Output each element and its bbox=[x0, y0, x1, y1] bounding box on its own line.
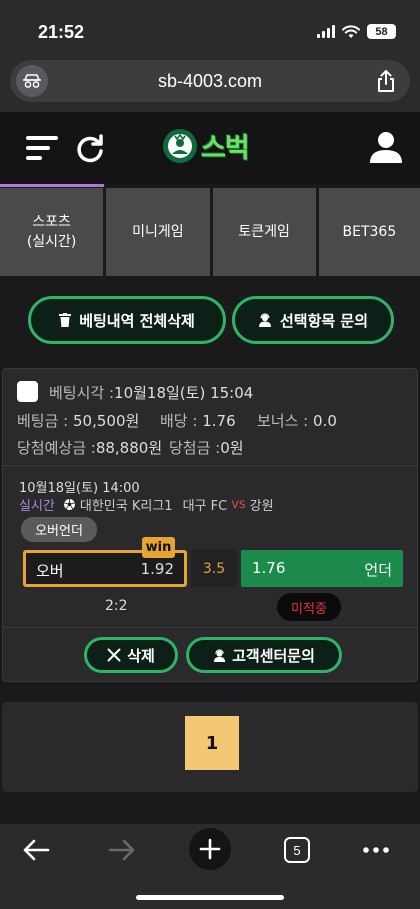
inquire-selected-label: 선택항목 문의 bbox=[279, 311, 369, 330]
site-logo[interactable]: 스벅 bbox=[162, 126, 250, 165]
user-icon[interactable] bbox=[368, 129, 404, 165]
refresh-icon[interactable] bbox=[74, 132, 106, 164]
customer-support-button[interactable]: 고객센터문의 bbox=[186, 637, 342, 673]
league-name: 대한민국 K리그1 bbox=[79, 499, 173, 514]
battery-icon: 58 bbox=[367, 24, 396, 39]
wifi-icon bbox=[342, 24, 360, 38]
tab-minigame[interactable]: 미니게임 bbox=[106, 188, 210, 276]
bonus-row: 보너스 : 0.0 bbox=[257, 410, 337, 431]
tab-token-game[interactable]: 토큰게임 bbox=[212, 188, 316, 276]
winnings-value: 0원 bbox=[220, 439, 244, 457]
site-header: 스벅 bbox=[0, 112, 420, 184]
under-odds: 1.76 bbox=[252, 559, 286, 577]
expected-payout-label: 당첨예상금 : bbox=[17, 439, 96, 457]
address-bar[interactable]: sb-4003.com bbox=[10, 60, 410, 102]
url-text[interactable]: sb-4003.com bbox=[10, 71, 410, 92]
expected-payout-row: 당첨예상금 :88,880원 bbox=[17, 437, 162, 458]
more-dots-icon bbox=[363, 847, 389, 853]
close-icon bbox=[107, 648, 121, 662]
bet-time-label: 베팅시각 : bbox=[49, 384, 115, 402]
tab-label: 스포츠 bbox=[32, 214, 71, 230]
inquire-selected-button[interactable]: 선택항목 문의 bbox=[232, 296, 394, 344]
over-label: 오버 bbox=[36, 562, 64, 580]
win-badge: win bbox=[142, 537, 175, 558]
bet-select-checkbox[interactable] bbox=[17, 381, 38, 402]
logo-text: 스벅 bbox=[201, 133, 250, 164]
card-divider bbox=[3, 465, 417, 466]
bet-amount-value: 50,500원 bbox=[73, 412, 140, 430]
vs-label: vs bbox=[231, 497, 246, 512]
delete-bet-button[interactable]: 삭제 bbox=[84, 637, 178, 673]
support-agent-icon bbox=[258, 313, 271, 327]
starbucks-siren-icon bbox=[163, 128, 197, 163]
bet-slip-card: 베팅시각 :10월18일(토) 15:04 베팅금 : 50,500원 배당 :… bbox=[2, 368, 418, 682]
arrow-left-icon bbox=[23, 839, 50, 861]
winnings-row: 당첨금 :0원 bbox=[169, 437, 244, 458]
bet-time-value: 10월18일(토) 15:04 bbox=[114, 384, 254, 402]
status-icons: 58 bbox=[317, 24, 396, 39]
bonus-label: 보너스 : bbox=[257, 412, 309, 430]
tabs-button[interactable]: 5 bbox=[282, 830, 312, 870]
handicap-line: 3.5 bbox=[191, 550, 237, 587]
arrow-right-icon bbox=[108, 839, 135, 861]
tab-sports-live[interactable]: 스포츠 (실시간) bbox=[0, 188, 104, 276]
forward-button[interactable] bbox=[104, 830, 140, 870]
trash-icon bbox=[59, 313, 72, 327]
tab-label: 미니게임 bbox=[132, 224, 184, 240]
pagination: 1 bbox=[2, 702, 418, 792]
status-time: 21:52 bbox=[38, 22, 85, 42]
support-agent-icon bbox=[214, 648, 226, 662]
delete-all-label: 베팅내역 전체삭제 bbox=[79, 311, 195, 330]
delete-all-history-button[interactable]: 베팅내역 전체삭제 bbox=[28, 296, 226, 344]
tab-count: 5 bbox=[284, 837, 310, 863]
history-actions: 베팅내역 전체삭제 선택항목 문의 bbox=[0, 296, 420, 348]
match-info: 실시간 대한민국 K리그1 대구 FC vs 강원 bbox=[19, 495, 274, 514]
page-button-current[interactable]: 1 bbox=[185, 716, 239, 770]
market-type-chip: 오버언더 bbox=[21, 517, 97, 542]
game-nav-tabs: 스포츠 (실시간) 미니게임 토큰게임 BET365 bbox=[0, 188, 420, 276]
odds-value: 1.76 bbox=[202, 412, 236, 430]
winnings-label: 당첨금 : bbox=[169, 439, 221, 457]
card-divider bbox=[3, 627, 417, 628]
odds-label: 배당 : bbox=[160, 412, 198, 430]
under-selection[interactable]: 1.76 언더 bbox=[241, 550, 403, 587]
odds-row: 배당 : 1.76 bbox=[160, 410, 236, 431]
tab-bet365[interactable]: BET365 bbox=[318, 188, 420, 276]
status-bar: 21:52 58 bbox=[0, 0, 420, 56]
bet-amount-row: 베팅금 : 50,500원 bbox=[17, 410, 139, 431]
bet-time-row: 베팅시각 :10월18일(토) 15:04 bbox=[49, 382, 253, 403]
match-date: 10월18일(토) 14:00 bbox=[19, 481, 140, 496]
browser-address-area: sb-4003.com bbox=[0, 56, 420, 112]
under-label: 언더 bbox=[364, 561, 392, 579]
customer-support-label: 고객센터문의 bbox=[232, 646, 315, 665]
tab-sublabel: (실시간) bbox=[26, 234, 77, 250]
new-tab-button[interactable] bbox=[189, 828, 231, 870]
plus-icon bbox=[199, 838, 221, 860]
match-score: 2:2 bbox=[105, 598, 128, 614]
delete-bet-label: 삭제 bbox=[127, 646, 155, 665]
back-button[interactable] bbox=[18, 830, 54, 870]
active-tab-indicator bbox=[0, 184, 104, 187]
soccer-ball-icon bbox=[63, 498, 76, 511]
menu-icon[interactable] bbox=[24, 132, 60, 164]
cellular-signal-icon bbox=[317, 25, 335, 38]
live-tag: 실시간 bbox=[19, 499, 55, 514]
home-indicator bbox=[136, 895, 284, 900]
more-button[interactable] bbox=[360, 830, 392, 870]
over-odds: 1.92 bbox=[140, 560, 174, 578]
browser-toolbar: 5 bbox=[0, 824, 420, 909]
bet-amount-label: 베팅금 : bbox=[17, 412, 69, 430]
bonus-value: 0.0 bbox=[313, 412, 337, 430]
expected-payout-value: 88,880원 bbox=[95, 439, 163, 457]
away-team: 강원 bbox=[249, 499, 274, 514]
share-icon[interactable] bbox=[376, 69, 396, 93]
result-status-badge: 미적중 bbox=[277, 593, 341, 621]
tab-label: 토큰게임 bbox=[238, 224, 290, 240]
tab-label: BET365 bbox=[342, 224, 397, 240]
home-team: 대구 FC bbox=[182, 499, 228, 514]
